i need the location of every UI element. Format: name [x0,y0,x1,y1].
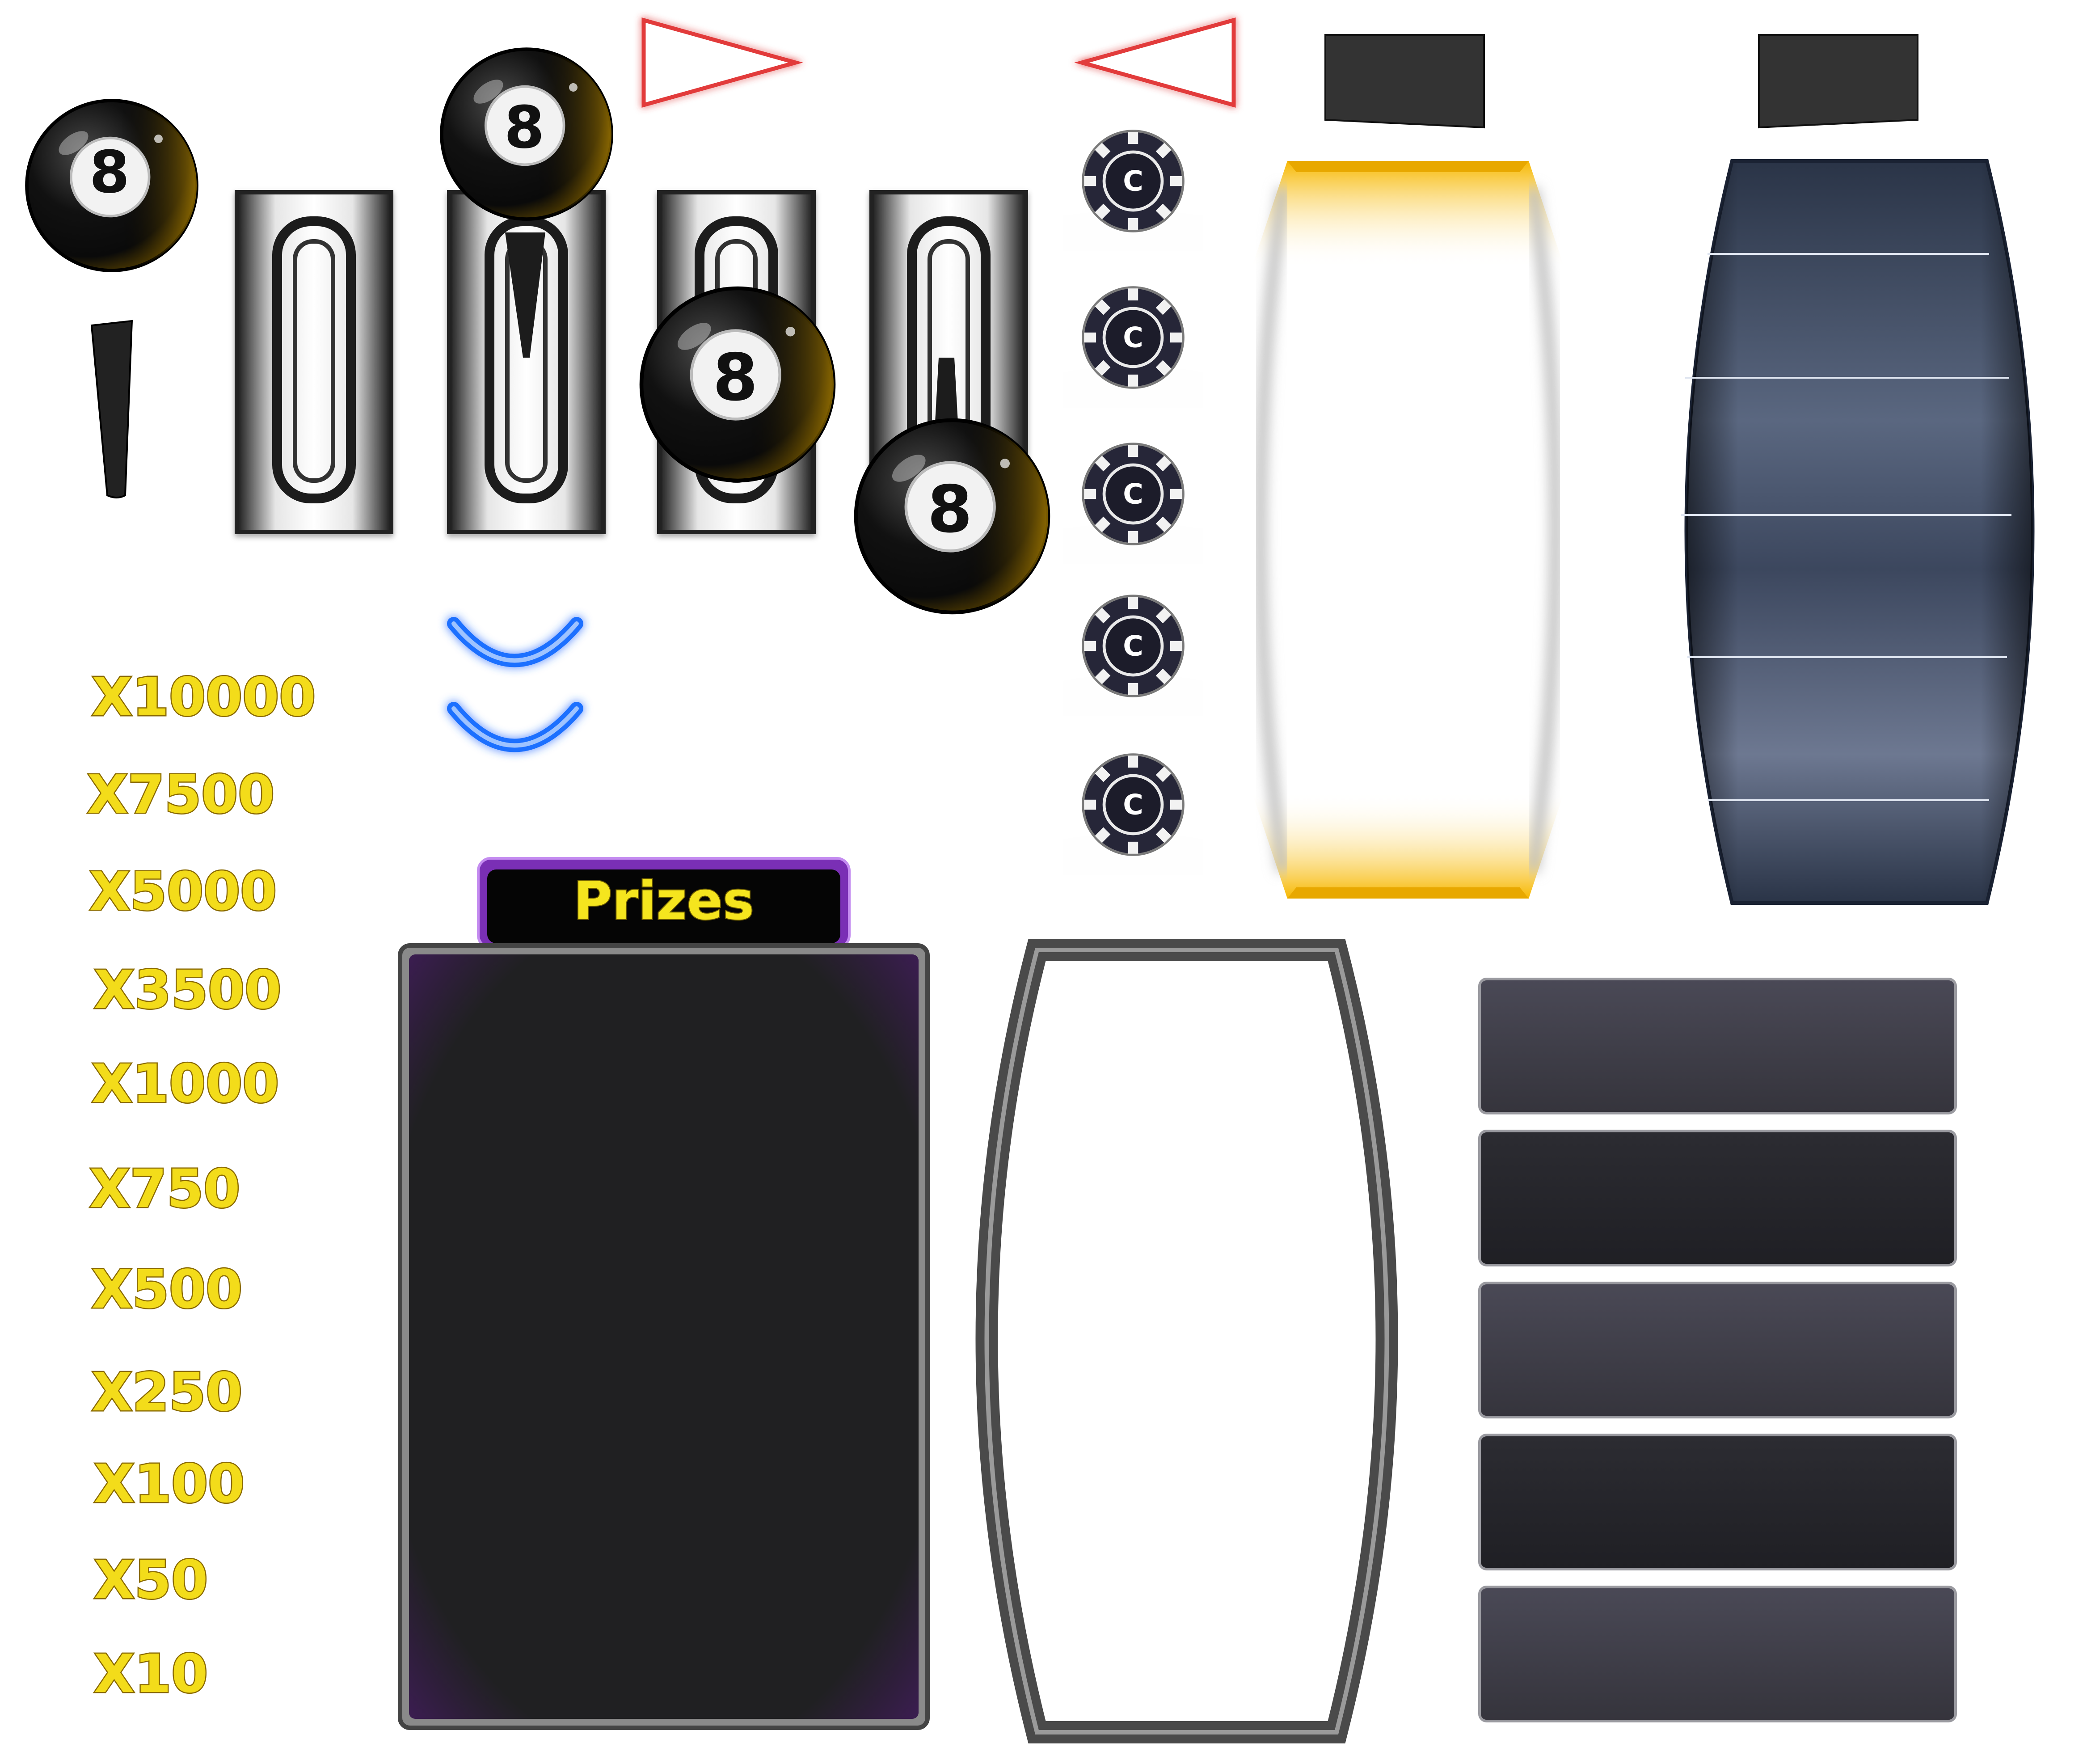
reel-highlight-frame [1252,161,1564,899]
tube-cap-2 [1758,34,1918,129]
right-pointer-triangle [641,17,803,108]
eight-ball-number: 8 [504,93,544,161]
sprite-sheet: 8 8 8 8 C C C C C X10000 X7500 X5000 X35… [0,0,2035,1743]
multiplier-label: X7500 [87,764,274,825]
prize-rows-stack [1478,978,1957,1722]
chip-letter: C [1123,321,1143,354]
multiplier-label: X5000 [89,861,277,922]
prizes-panel: Prizes [398,857,930,1730]
prize-row-slot [1478,1130,1957,1266]
chevron-down-icon [447,617,583,752]
launcher-slot-2 [447,190,606,534]
prize-row-slot [1478,1434,1957,1570]
multiplier-label: X750 [89,1158,240,1220]
reel-outline-frame [975,939,1398,1743]
multiplier-label: X50 [94,1549,208,1611]
prize-row-slot [1478,978,1957,1114]
eight-ball-number: 8 [713,340,758,416]
eight-ball-number: 8 [928,472,973,548]
launcher-slot-1 [235,190,393,534]
eight-ball-number: 8 [89,138,130,206]
multiplier-label: X250 [92,1361,242,1423]
launcher-pin [90,320,133,498]
multiplier-label: X100 [94,1453,245,1515]
tube-cap-1 [1324,34,1485,129]
chip-letter: C [1123,478,1143,511]
multiplier-list: X10000 X7500 X5000 X3500 X1000 X750 X500… [86,665,317,1706]
multiplier-label: X10 [94,1643,208,1705]
chip-letter: C [1123,165,1143,198]
chip-letter: C [1123,789,1143,821]
left-pointer-triangle [1074,17,1236,108]
multiplier-label: X10000 [92,666,316,728]
reel-barrel [1681,159,2035,905]
multiplier-label: X500 [92,1258,242,1320]
multiplier-label: X3500 [94,959,281,1021]
prize-row-slot [1478,1282,1957,1418]
chip-letter: C [1123,630,1143,663]
prizes-title: Prizes [573,870,754,932]
prize-row-slot [1478,1586,1957,1722]
multiplier-label: X1000 [92,1053,279,1114]
